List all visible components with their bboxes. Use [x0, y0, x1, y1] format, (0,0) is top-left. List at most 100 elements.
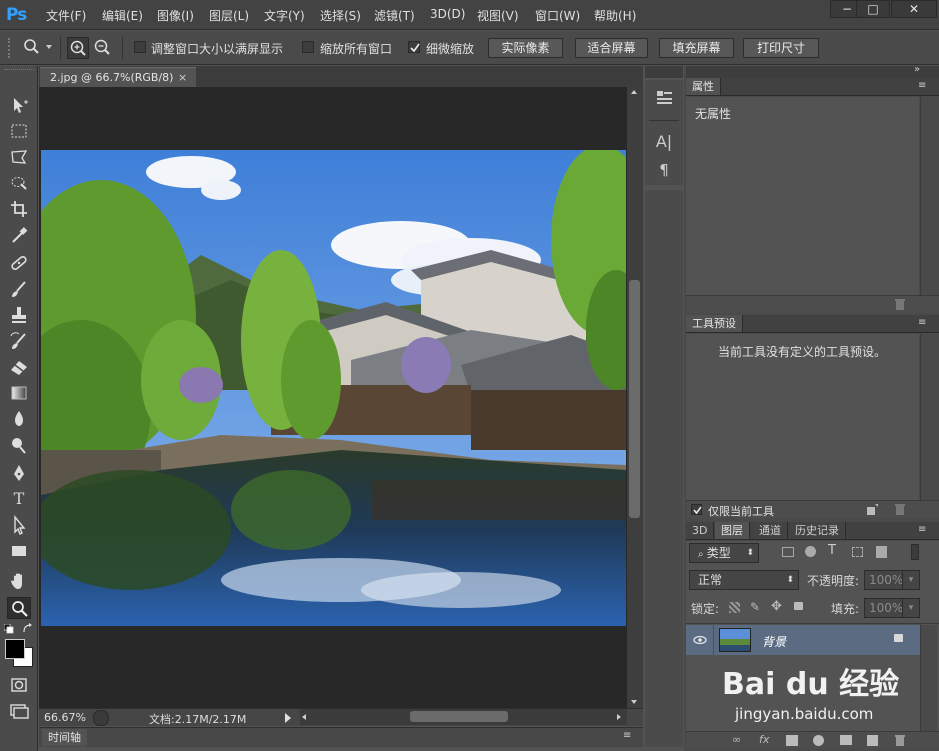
menu-layer[interactable]: 图层(L) [209, 7, 249, 24]
close-button[interactable]: ✕ [891, 0, 937, 18]
panel-menu-icon[interactable]: ≡ [918, 80, 926, 91]
hand-tool-icon[interactable] [7, 570, 31, 592]
foreground-color-swatch[interactable] [5, 639, 25, 659]
quick-mask-icon[interactable] [7, 674, 31, 696]
layer-row[interactable]: 背景 [686, 625, 920, 655]
smart-object-filter-icon[interactable] [876, 546, 887, 558]
rectangle-tool-icon[interactable] [7, 540, 31, 562]
zoom-all-checkbox[interactable] [302, 41, 314, 53]
default-colors-icon[interactable] [4, 624, 14, 634]
grip-handle[interactable] [4, 69, 34, 73]
new-group-icon[interactable] [840, 735, 852, 745]
layer-visibility-toggle[interactable] [686, 625, 714, 655]
menu-image[interactable]: 图像(I) [157, 7, 194, 24]
menu-edit[interactable]: 编辑(E) [102, 7, 143, 24]
healing-brush-tool-icon[interactable] [7, 252, 31, 274]
dodge-tool-icon[interactable] [7, 434, 31, 456]
scrubby-zoom-checkbox[interactable] [408, 41, 420, 53]
grip-handle[interactable] [8, 38, 14, 58]
path-selection-tool-icon[interactable] [7, 514, 31, 536]
timeline-tab[interactable]: 时间轴 [42, 729, 87, 746]
status-menu-arrow-icon[interactable] [285, 713, 291, 723]
trash-icon[interactable] [894, 734, 906, 747]
panel-menu-icon[interactable]: ≡ [623, 730, 631, 741]
tool-presets-scrollbar[interactable] [920, 334, 937, 500]
character-panel-icon[interactable]: A| [654, 132, 674, 152]
paragraph-panel-icon[interactable]: ¶ [654, 160, 674, 180]
horizontal-scroll-thumb[interactable] [410, 711, 508, 722]
lock-position-icon[interactable]: ✥ [771, 599, 782, 614]
menu-help[interactable]: 帮助(H) [594, 7, 636, 24]
type-tool-icon[interactable]: T [7, 488, 31, 510]
eyedropper-tool-icon[interactable] [7, 224, 31, 246]
document-image[interactable] [41, 150, 626, 626]
fill-input[interactable]: 100% ▾ [864, 598, 920, 618]
tab-channels[interactable]: 通道 [753, 522, 788, 539]
resize-windows-checkbox[interactable] [134, 41, 146, 53]
document-tab[interactable]: 2.jpg @ 66.7%(RGB/8) × [40, 67, 196, 87]
type-filter-icon[interactable]: T [828, 543, 836, 558]
trash-icon[interactable] [894, 298, 906, 311]
close-tab-icon[interactable]: × [178, 68, 187, 87]
gradient-tool-icon[interactable] [7, 382, 31, 404]
filter-toggle[interactable] [911, 544, 919, 560]
properties-scrollbar[interactable] [920, 97, 937, 295]
lasso-tool-icon[interactable] [7, 146, 31, 168]
layer-filter-select[interactable]: ⌕ 类型 ⬍ [689, 543, 759, 563]
lock-transparent-icon[interactable] [729, 602, 740, 613]
clone-stamp-tool-icon[interactable] [7, 304, 31, 326]
marquee-tool-icon[interactable] [7, 120, 31, 142]
add-mask-icon[interactable] [786, 735, 798, 746]
pen-tool-icon[interactable] [7, 462, 31, 484]
menu-window[interactable]: 窗口(W) [535, 7, 580, 24]
zoom-tool-icon[interactable] [7, 597, 31, 619]
menu-view[interactable]: 视图(V) [477, 7, 519, 24]
crop-tool-icon[interactable] [7, 198, 31, 220]
tab-3d[interactable]: 3D [686, 522, 715, 539]
maximize-button[interactable]: □ [856, 0, 890, 18]
layers-scrollbar[interactable] [920, 625, 937, 731]
trash-icon[interactable] [894, 503, 906, 516]
fx-icon[interactable]: fx [759, 733, 769, 746]
vertical-scroll-thumb[interactable] [629, 280, 640, 518]
scroll-right-icon[interactable] [617, 714, 621, 720]
status-info-icon[interactable] [93, 710, 109, 726]
scroll-down-icon[interactable] [631, 700, 637, 704]
scroll-up-icon[interactable] [631, 90, 637, 94]
history-brush-tool-icon[interactable] [7, 330, 31, 352]
actual-pixels-button[interactable]: 实际像素 [488, 38, 563, 58]
chevron-down-icon[interactable] [46, 45, 52, 49]
screen-mode-icon[interactable] [7, 700, 31, 722]
history-panel-icon[interactable] [654, 88, 674, 108]
tab-history[interactable]: 历史记录 [789, 522, 846, 539]
zoom-out-icon[interactable] [92, 37, 114, 59]
scroll-left-icon[interactable] [302, 714, 306, 720]
new-layer-icon[interactable] [867, 735, 878, 746]
move-tool-icon[interactable] [7, 94, 31, 116]
menu-3d[interactable]: 3D(D) [430, 7, 465, 21]
menu-type[interactable]: 文字(Y) [264, 7, 305, 24]
adjustment-filter-icon[interactable] [805, 546, 816, 557]
fill-screen-button[interactable]: 填充屏幕 [659, 38, 734, 58]
link-layers-icon[interactable]: ∞ [732, 733, 741, 746]
zoom-tool-preset-icon[interactable] [22, 37, 44, 57]
zoom-in-icon[interactable] [67, 37, 89, 59]
collapse-panels-icon[interactable]: » [914, 64, 920, 75]
pixel-filter-icon[interactable] [782, 547, 794, 557]
tab-tool-presets[interactable]: 工具预设 [686, 315, 743, 332]
menu-filter[interactable]: 滤镜(T) [374, 7, 415, 24]
menu-select[interactable]: 选择(S) [320, 7, 361, 24]
shape-filter-icon[interactable] [852, 547, 863, 557]
eraser-tool-icon[interactable] [7, 356, 31, 378]
panel-menu-icon[interactable]: ≡ [918, 524, 926, 535]
tab-layers[interactable]: 图层 [715, 522, 750, 539]
blend-mode-select[interactable]: 正常 ⬍ [689, 570, 799, 590]
blur-tool-icon[interactable] [7, 408, 31, 430]
adjustment-layer-icon[interactable] [813, 735, 824, 746]
print-size-button[interactable]: 打印尺寸 [743, 38, 819, 58]
lock-pixels-icon[interactable]: ✎ [750, 600, 760, 614]
panel-menu-icon[interactable]: ≡ [918, 317, 926, 328]
fit-screen-button[interactable]: 适合屏幕 [575, 38, 648, 58]
quick-selection-tool-icon[interactable] [7, 172, 31, 194]
swap-colors-icon[interactable] [22, 623, 33, 634]
